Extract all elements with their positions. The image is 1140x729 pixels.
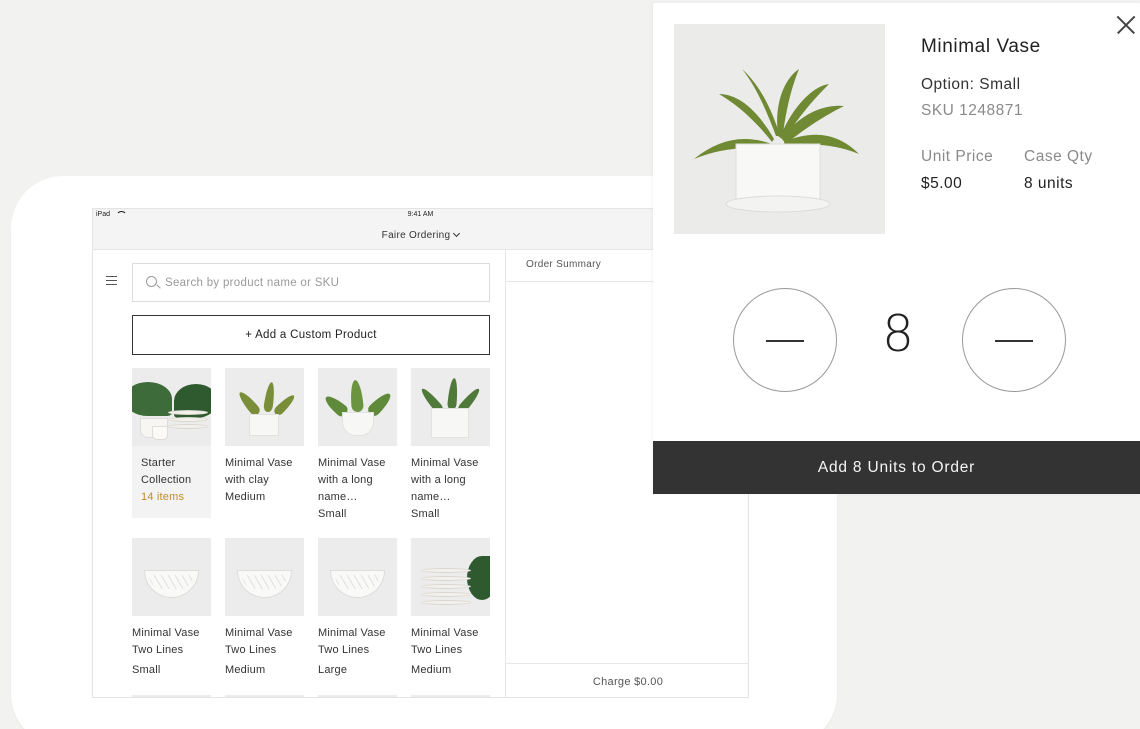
product-option: Option: Small [921, 76, 1021, 93]
product-variant: Medium [411, 664, 452, 676]
product-info: Minimal Vase Two Lines Medium [225, 616, 304, 679]
plant-illustration [674, 24, 885, 234]
chevron-down-icon [453, 229, 461, 238]
product-name: name… [318, 491, 358, 503]
case-qty-label: Case Qty [1024, 148, 1093, 165]
product-image [225, 538, 304, 616]
product-variant: Large [318, 664, 348, 676]
product-name: Two Lines [132, 644, 184, 656]
product-card[interactable]: Minimal Vase Two Lines Small [132, 538, 211, 679]
product-image [411, 368, 490, 446]
product-card[interactable] [411, 695, 490, 697]
product-image [132, 695, 211, 697]
product-name: Minimal Vase [411, 627, 479, 639]
product-pane: + Add a Custom Product Starter Collectio… [93, 250, 506, 697]
unit-price-value: $5.00 [921, 175, 963, 192]
item-count: 14 items [141, 491, 185, 503]
nav-title-dropdown[interactable]: Faire Ordering [93, 229, 748, 241]
close-icon[interactable] [1112, 12, 1138, 38]
product-variant: Medium [225, 664, 266, 676]
product-image [132, 368, 211, 446]
product-image [225, 695, 304, 697]
unit-price-label: Unit Price [921, 148, 994, 165]
product-info: Minimal Vase with a long name… Small [411, 446, 490, 523]
product-variant: Small [318, 508, 347, 520]
product-title: Minimal Vase [921, 36, 1041, 57]
product-name: Minimal Vase [318, 457, 386, 469]
add-to-order-button[interactable]: Add 8 Units to Order [653, 441, 1140, 494]
product-name: Two Lines [318, 644, 370, 656]
product-card[interactable]: Minimal Vase Two Lines Medium [225, 538, 304, 679]
product-name: with a long [318, 474, 373, 486]
product-info: Minimal Vase Two Lines Medium [411, 616, 490, 679]
minus-icon [766, 340, 804, 342]
product-card[interactable]: Minimal Vase Two Lines Large [318, 538, 397, 679]
ipad-screen: iPad 9:41 AM Faire Ordering + Add a Cust… [92, 208, 749, 698]
product-info: Minimal Vase with clay Medium [225, 446, 304, 506]
product-image [318, 368, 397, 446]
product-variant: Small [132, 664, 161, 676]
menu-icon[interactable] [106, 276, 117, 285]
product-image [318, 695, 397, 697]
product-sku: SKU 1248871 [921, 102, 1024, 119]
status-bar: iPad 9:41 AM Faire Ordering [93, 209, 748, 250]
quantity-value: 8 [882, 305, 914, 363]
product-name: Two Lines [411, 644, 463, 656]
nav-title-label: Faire Ordering [381, 230, 451, 241]
product-detail-popover: Minimal Vase Option: Small SKU 1248871 U… [653, 3, 1140, 494]
product-name: Collection [141, 474, 192, 486]
product-name: Minimal Vase [225, 457, 293, 469]
product-card[interactable]: Minimal Vase with clay Medium [225, 368, 304, 506]
add-custom-product-button[interactable]: + Add a Custom Product [132, 315, 490, 355]
product-image [411, 538, 490, 616]
decrease-quantity-button[interactable] [733, 288, 837, 392]
product-name: Minimal Vase [225, 627, 293, 639]
product-name: Minimal Vase [318, 627, 386, 639]
product-name: Minimal Vase [132, 627, 200, 639]
product-image [411, 695, 490, 697]
product-hero-image [674, 24, 885, 234]
search-icon [146, 276, 157, 287]
search-box [132, 263, 490, 302]
product-info: Minimal Vase with a long name… Small [318, 446, 397, 523]
product-image [318, 538, 397, 616]
product-card[interactable]: Starter Collection 14 items [132, 368, 211, 518]
product-image [225, 368, 304, 446]
product-card[interactable]: Minimal Vase with a long name… Small [411, 368, 490, 523]
product-name: with a long [411, 474, 466, 486]
product-card[interactable] [318, 695, 397, 697]
product-card[interactable]: Minimal Vase with a long name… Small [318, 368, 397, 523]
charge-button[interactable]: Charge $0.00 [506, 663, 748, 697]
product-name: Two Lines [225, 644, 277, 656]
plus-icon [995, 340, 1033, 342]
product-name: name… [411, 491, 451, 503]
increase-quantity-button[interactable] [962, 288, 1066, 392]
product-variant: Medium [225, 491, 266, 503]
product-info: Minimal Vase Two Lines Large [318, 616, 397, 679]
product-card[interactable] [225, 695, 304, 697]
case-qty-value: 8 units [1024, 175, 1074, 192]
status-time: 9:41 AM [407, 211, 434, 218]
search-input[interactable] [165, 264, 475, 301]
product-image [132, 538, 211, 616]
product-info: Minimal Vase Two Lines Small [132, 616, 211, 679]
product-card[interactable] [132, 695, 211, 697]
product-name: Minimal Vase [411, 457, 479, 469]
product-name: Starter [141, 457, 176, 469]
product-card[interactable]: Minimal Vase Two Lines Medium [411, 538, 490, 679]
product-info: Starter Collection 14 items [132, 446, 211, 506]
product-variant: Small [411, 508, 440, 520]
product-name: with clay [225, 474, 269, 486]
